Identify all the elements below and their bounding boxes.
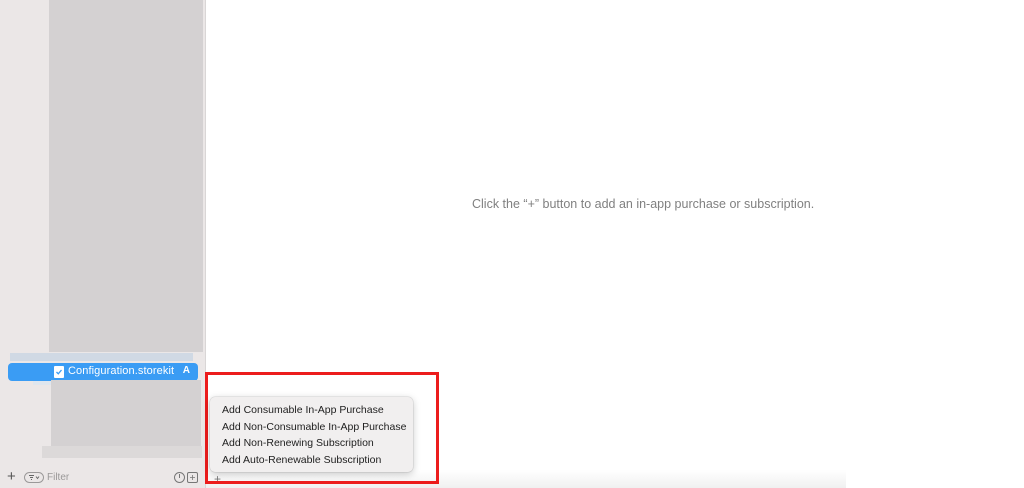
- navigator-sidebar: Configuration.storekit A + Filter: [0, 0, 206, 488]
- menu-item-add-auto-renewable[interactable]: Add Auto-Renewable Subscription: [210, 452, 413, 469]
- navigator-footer: + Filter: [0, 468, 206, 488]
- add-file-button[interactable]: +: [7, 469, 16, 485]
- source-control-status-badge: A: [182, 365, 190, 376]
- menu-item-add-consumable[interactable]: Add Consumable In-App Purchase: [210, 402, 413, 419]
- file-name-label: Configuration.storekit: [68, 365, 175, 377]
- add-product-menu: Add Consumable In-App Purchase Add Non-C…: [210, 397, 413, 472]
- redacted-row-lower: [42, 446, 202, 458]
- scm-status-icon[interactable]: [187, 472, 198, 483]
- recent-files-icon[interactable]: [174, 472, 185, 483]
- storekit-file-icon: [54, 366, 64, 378]
- filter-options-icon[interactable]: [24, 472, 44, 483]
- filter-field[interactable]: Filter: [47, 472, 69, 483]
- redacted-row: [10, 353, 193, 361]
- file-row-configuration-storekit[interactable]: Configuration.storekit A: [8, 363, 198, 381]
- menu-item-add-non-consumable[interactable]: Add Non-Consumable In-App Purchase: [210, 419, 413, 436]
- menu-item-add-non-renewing[interactable]: Add Non-Renewing Subscription: [210, 435, 413, 452]
- empty-state-message: Click the “+” button to add an in-app pu…: [472, 197, 815, 211]
- redacted-file-list: [49, 0, 203, 352]
